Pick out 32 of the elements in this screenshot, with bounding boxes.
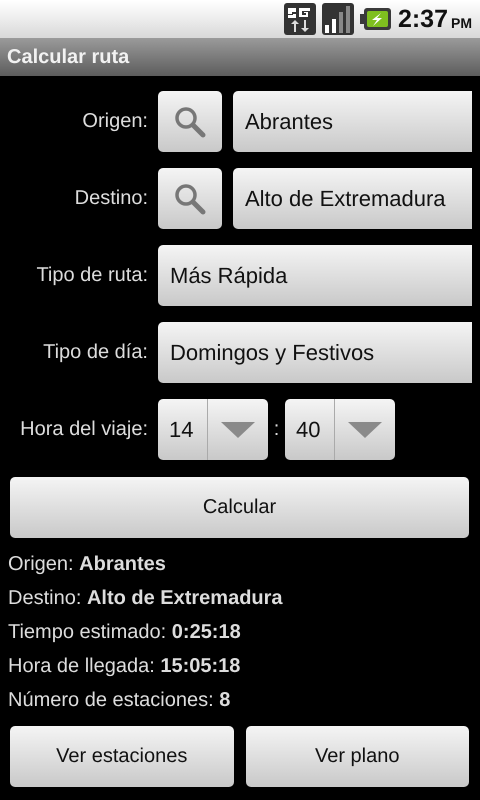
search-button[interactable] <box>158 168 222 229</box>
result-line: Hora de llegada: 15:05:18 <box>8 654 242 679</box>
field-label: Tipo de día: <box>42 341 149 364</box>
search-icon <box>173 182 207 216</box>
caret-icon <box>348 422 382 438</box>
result-line: Origen: Abrantes <box>8 552 167 577</box>
result-line: Destino: Alto de Extremadura <box>8 586 284 611</box>
signal-icon <box>322 3 354 35</box>
window-title: Calcular ruta <box>0 38 480 76</box>
dropdown[interactable]: Más Rápida <box>158 245 472 306</box>
dropdown[interactable]: Domingos y Festivos <box>158 322 472 383</box>
field-label: Destino: <box>74 187 149 210</box>
result-line: Número de estaciones: 8 <box>8 688 232 713</box>
field-label: Tipo de ruta: <box>35 264 149 287</box>
input-field[interactable]: Alto de Extremadura <box>233 168 472 229</box>
action-button[interactable]: Ver estaciones <box>10 726 234 787</box>
field-label: Origen: <box>81 110 149 133</box>
minute-spinner[interactable]: 40 <box>285 399 395 460</box>
battery-charging-icon <box>360 7 392 31</box>
clock-period: PM <box>451 15 472 31</box>
calculate-button[interactable]: Calcular <box>10 477 469 538</box>
caret-icon <box>221 422 255 438</box>
time-separator: : <box>272 418 280 441</box>
input-field[interactable]: Abrantes <box>233 91 472 152</box>
hour-spinner[interactable]: 14 <box>158 399 268 460</box>
action-button[interactable]: Ver plano <box>246 726 469 787</box>
network-3g-icon <box>284 3 316 35</box>
result-line: Tiempo estimado: 0:25:18 <box>8 620 242 645</box>
search-icon <box>173 104 207 138</box>
search-button[interactable] <box>158 91 222 152</box>
field-label: Hora del viaje: <box>19 418 149 441</box>
clock-time: 2:37 <box>398 4 448 34</box>
